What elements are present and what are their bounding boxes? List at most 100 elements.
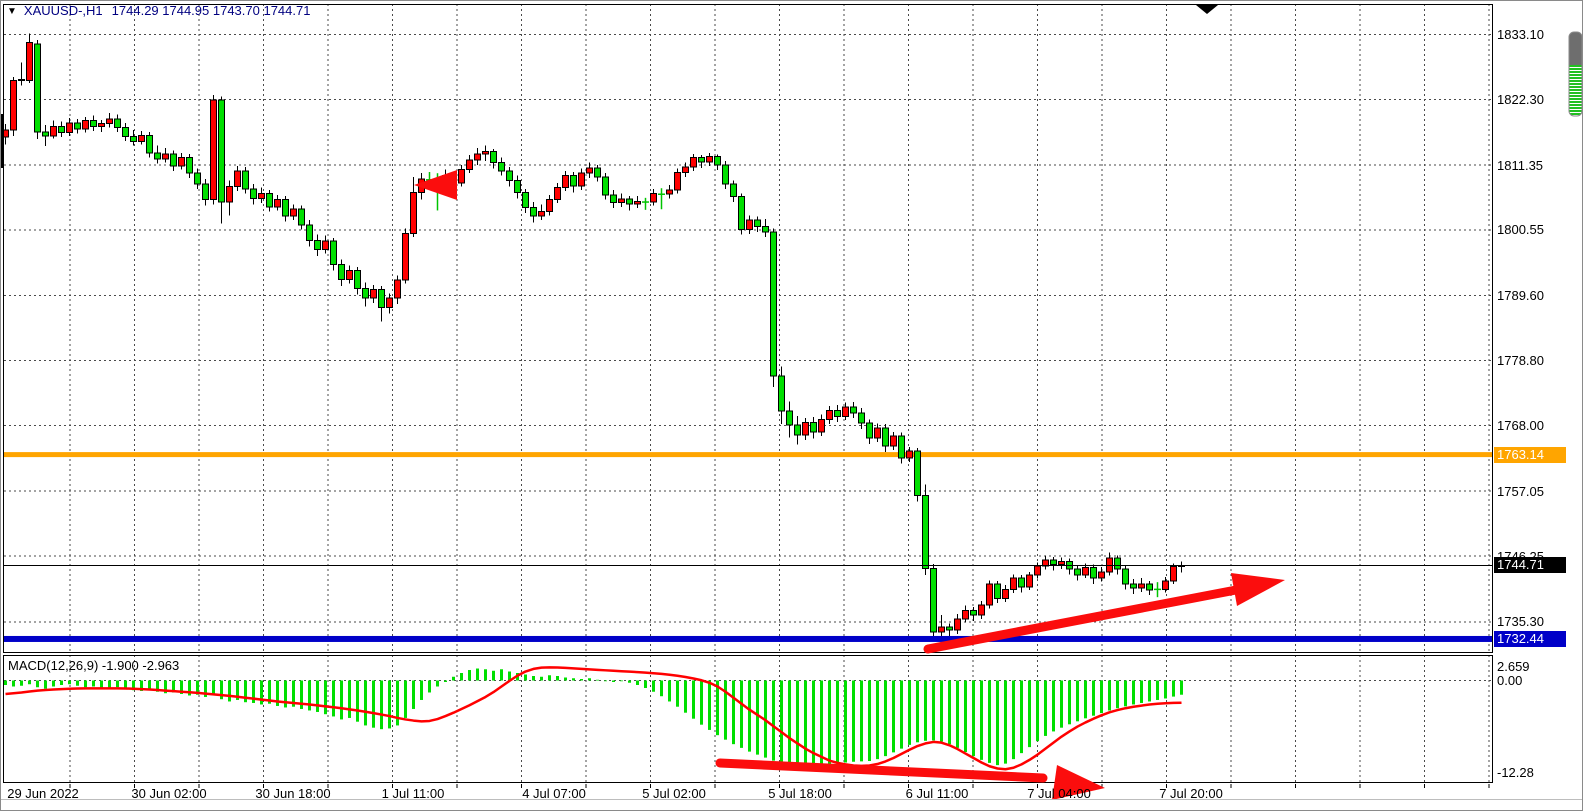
chart-shift-marker-icon[interactable]: [1196, 5, 1218, 14]
candle-body: [1075, 569, 1081, 575]
price-axis-label: 1833.10: [1497, 27, 1544, 42]
candle-body: [411, 192, 417, 233]
candle-body: [115, 119, 121, 127]
candle-body: [203, 184, 209, 200]
orange-hline-price-badge: 1763.14: [1494, 447, 1566, 463]
candle-body: [1131, 584, 1137, 588]
blue-support-line[interactable]: [4, 636, 1493, 642]
candle-body: [1171, 567, 1177, 581]
candle-body: [547, 200, 553, 212]
candle-body: [1147, 584, 1153, 590]
candle-body: [747, 220, 753, 230]
candle-body: [611, 195, 617, 203]
candle-body: [955, 619, 961, 630]
candle-body: [587, 168, 593, 173]
candle-body: [827, 410, 833, 419]
candle-body: [187, 158, 193, 174]
candle-body: [91, 120, 97, 126]
candle-body: [227, 186, 233, 202]
candle-body: [811, 422, 817, 432]
candle-body: [315, 240, 321, 249]
mt4-chart-window: ▼XAUUSD-,H11744.29 1744.95 1743.70 1744.…: [0, 0, 1583, 811]
candle-body: [347, 270, 353, 279]
candle-body: [155, 153, 161, 159]
candle-body: [131, 137, 137, 142]
candle-body: [19, 80, 25, 81]
candle-body: [363, 289, 369, 299]
red-left-triangle-annotation[interactable]: [414, 170, 457, 200]
candle-body: [1123, 569, 1129, 584]
candle-body: [299, 209, 305, 225]
candle-body: [251, 189, 257, 199]
candle-body: [899, 436, 905, 458]
candle-body: [163, 154, 169, 159]
candle-body: [243, 171, 249, 189]
candle-body: [1115, 558, 1121, 569]
candle-body: [739, 197, 745, 230]
macd-histogram: [6, 669, 1182, 766]
candle-body: [667, 190, 673, 194]
collapse-triangle-icon[interactable]: ▼: [7, 6, 17, 17]
candle-body: [467, 160, 473, 170]
symbol-timeframe-label: XAUUSD-,H1: [24, 3, 103, 18]
price-axis-label: 1768.00: [1497, 418, 1544, 433]
candle-body: [891, 436, 897, 446]
candle-body: [779, 376, 785, 411]
candle-body: [331, 241, 337, 264]
candle-body: [707, 156, 713, 161]
candle-body: [355, 270, 361, 288]
chart-canvas[interactable]: [1, 1, 1583, 811]
candle-body: [987, 584, 993, 605]
candle-body: [195, 173, 201, 184]
candle-body: [523, 192, 529, 207]
candlestick-series: [3, 33, 1185, 638]
candle-body: [475, 154, 481, 160]
candle-body: [995, 584, 1001, 598]
candle-body: [771, 232, 777, 376]
candle-body: [907, 451, 913, 458]
candle-body: [571, 176, 577, 186]
red-up-trend-arrow-head[interactable]: [1231, 573, 1285, 606]
candle-body: [803, 422, 809, 435]
candle-body: [107, 119, 113, 123]
candle-body: [699, 158, 705, 162]
macd-indicator-label: MACD(12,26,9) -1.900 -2.963: [8, 658, 179, 674]
candle-body: [931, 568, 937, 632]
price-axis-label: 1822.30: [1497, 92, 1544, 107]
candle-body: [1003, 589, 1009, 598]
candle-body: [1011, 578, 1017, 589]
candle-body: [619, 199, 625, 203]
candle-body: [75, 123, 81, 129]
candle-body: [867, 423, 873, 438]
candle-body: [1139, 584, 1145, 588]
candle-body: [763, 227, 769, 232]
candle-body: [139, 135, 145, 141]
candle-body: [979, 605, 985, 615]
candle-body: [83, 120, 89, 128]
bottom-separator: [1, 799, 1583, 800]
candle-body: [859, 413, 865, 423]
candle-body: [291, 209, 297, 216]
candle-body: [603, 177, 609, 195]
candle-body: [275, 200, 281, 207]
price-axis-label: 1778.80: [1497, 353, 1544, 368]
macd-axis-label: 0.00: [1497, 674, 1522, 688]
red-down-trend-arrow[interactable]: [720, 763, 1043, 778]
candle-body: [459, 170, 465, 183]
candle-body: [715, 156, 721, 164]
candle-body: [539, 212, 545, 216]
candle-body: [795, 425, 801, 435]
candle-body: [835, 410, 841, 416]
candle-body: [507, 171, 513, 181]
orange-resistance-line[interactable]: [4, 452, 1493, 457]
macd-axis-label: -12.28: [1497, 766, 1534, 780]
candle-body: [339, 264, 345, 279]
candle-body: [675, 173, 681, 190]
candle-body: [395, 280, 401, 298]
candle-body: [755, 220, 761, 227]
price-pane-frame: [4, 5, 1493, 653]
candle-body: [99, 123, 105, 126]
candle-body: [371, 290, 377, 298]
candle-body: [683, 167, 689, 172]
candle-body: [1163, 581, 1169, 589]
